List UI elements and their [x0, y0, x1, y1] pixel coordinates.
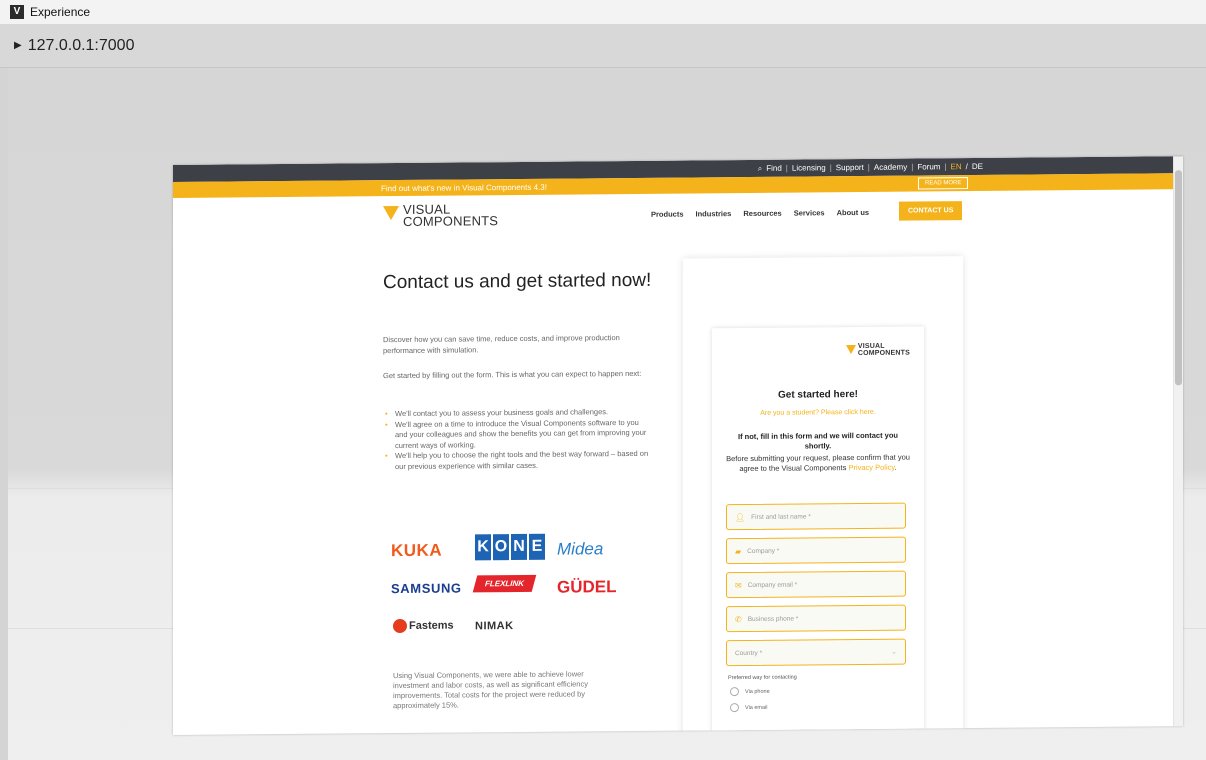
form-logo: VISUAL COMPONENTS — [845, 343, 910, 358]
building-icon: ▰ — [735, 546, 742, 556]
address-url[interactable]: 127.0.0.1:7000 — [28, 37, 135, 55]
fastems-logo: Fastems — [393, 618, 454, 634]
nav-menu: Products Industries Resources Services A… — [651, 208, 869, 219]
next-steps-list: We'll contact you to assess your busines… — [383, 407, 653, 472]
main-nav: VISUAL COMPONENTS Products Industries Re… — [173, 189, 1183, 244]
app-logo-icon: V — [10, 5, 24, 19]
address-bar[interactable]: ▶ 127.0.0.1:7000 — [0, 24, 1206, 68]
announcement-text[interactable]: Find out what's new in Visual Components… — [381, 182, 547, 192]
radio-phone[interactable]: Via phone — [730, 687, 770, 697]
intro-paragraph: Discover how you can save time, reduce c… — [383, 333, 620, 355]
lang-separator: / — [965, 162, 968, 172]
company-field[interactable]: ▰ Company * — [726, 536, 906, 565]
fastems-mark-icon — [393, 618, 407, 634]
separator: | — [911, 162, 914, 172]
email-placeholder: Company email * — [747, 581, 798, 589]
separator: | — [785, 163, 788, 173]
form-desc-end: . — [894, 462, 897, 472]
form-intro: If not, fill in this form and we will co… — [737, 430, 898, 451]
student-link[interactable]: Are you a student? Please click here. — [712, 408, 924, 417]
expect-paragraph: Get started by filling out the form. Thi… — [383, 368, 642, 381]
flexlink-logo: FLEXLINK — [472, 574, 537, 593]
privacy-policy-link[interactable]: Privacy Policy — [848, 463, 894, 472]
nav-about-us[interactable]: About us — [837, 208, 870, 217]
phone-placeholder: Business phone * — [747, 615, 799, 623]
academy-link[interactable]: Academy — [874, 163, 907, 172]
email-field[interactable]: ✉ Company email * — [726, 570, 906, 599]
list-item: We'll agree on a time to introduce the V… — [383, 417, 653, 451]
kuka-logo: KUKA — [391, 540, 443, 561]
separator: | — [829, 163, 832, 173]
country-placeholder: Country * — [735, 649, 763, 657]
site-logo[interactable]: VISUAL COMPONENTS — [383, 202, 499, 229]
company-placeholder: Company * — [747, 547, 780, 555]
forum-link[interactable]: Forum — [917, 162, 940, 171]
page-title: Contact us and get started now! — [383, 269, 652, 294]
licensing-link[interactable]: Licensing — [792, 163, 826, 172]
logo-line2: COMPONENTS — [403, 213, 499, 229]
window-titlebar: V Experience — [0, 0, 1206, 24]
list-item: We'll help you to choose the right tools… — [383, 449, 653, 472]
read-more-button[interactable]: READ MORE — [918, 177, 969, 190]
user-icon: 👤︎ — [735, 512, 746, 522]
testimonial-quote: Using Visual Components, we were able to… — [393, 669, 588, 711]
kone-letter: E — [529, 533, 545, 560]
midea-logo: Midea — [557, 539, 604, 559]
mail-icon: ✉ — [735, 580, 742, 590]
3d-viewport[interactable]: ⌕ Find | Licensing | Support | Academy | For… — [8, 68, 1206, 760]
radio-email[interactable]: Via email — [730, 703, 768, 713]
lang-en-link[interactable]: EN — [951, 162, 962, 171]
radio-email-label: Via email — [745, 704, 768, 711]
phone-field[interactable]: ✆ Business phone * — [726, 604, 906, 633]
contact-form: VISUAL COMPONENTS Get started here! Are … — [712, 326, 924, 736]
preferred-contact-label: Preferred way for contacting — [728, 674, 797, 682]
nav-industries[interactable]: Industries — [696, 209, 732, 218]
logo-mark-icon — [383, 206, 399, 221]
nav-products[interactable]: Products — [651, 210, 684, 219]
name-field[interactable]: 👤︎ First and last name * — [726, 502, 906, 531]
fastems-text: Fastems — [409, 619, 454, 632]
separator: | — [944, 162, 947, 172]
page-scrollbar[interactable] — [1173, 156, 1183, 727]
radio-button[interactable] — [730, 687, 739, 697]
kone-letter: K — [475, 534, 491, 561]
logo-mark-icon — [845, 345, 856, 355]
separator: | — [867, 162, 870, 172]
contact-us-button[interactable]: CONTACT US — [899, 201, 963, 221]
name-placeholder: First and last name * — [751, 512, 811, 521]
search-icon[interactable]: ⌕ — [758, 163, 762, 173]
samsung-logo: SAMSUNG — [391, 580, 462, 597]
kone-letter: O — [493, 534, 509, 561]
form-title: Get started here! — [777, 389, 859, 401]
browser-panel[interactable]: ⌕ Find | Licensing | Support | Academy | For… — [173, 156, 1183, 736]
phone-icon: ✆ — [735, 614, 742, 624]
find-link[interactable]: Find — [766, 164, 782, 173]
scrollbar-thumb[interactable] — [1175, 170, 1182, 386]
form-description: Before submitting your request, please c… — [724, 453, 912, 475]
chevron-down-icon[interactable]: ⌄ — [891, 648, 897, 656]
nav-services[interactable]: Services — [794, 208, 825, 217]
nimak-logo: NIMAK — [475, 620, 514, 633]
support-link[interactable]: Support — [836, 163, 864, 172]
logo-line2: COMPONENTS — [857, 349, 910, 358]
country-select[interactable]: Country * ⌄ — [726, 638, 906, 667]
nav-resources[interactable]: Resources — [743, 209, 781, 218]
expand-arrow-icon[interactable]: ▶ — [14, 40, 22, 51]
kone-logo: K O N E — [475, 533, 545, 561]
form-container: VISUAL COMPONENTS Get started here! Are … — [683, 256, 963, 736]
kone-letter: N — [511, 533, 527, 561]
radio-button[interactable] — [730, 703, 739, 713]
lang-de-link[interactable]: DE — [972, 162, 983, 171]
gudel-logo: GÜDEL — [557, 577, 617, 597]
window-title: Experience — [30, 5, 91, 19]
radio-phone-label: Via phone — [745, 688, 770, 695]
